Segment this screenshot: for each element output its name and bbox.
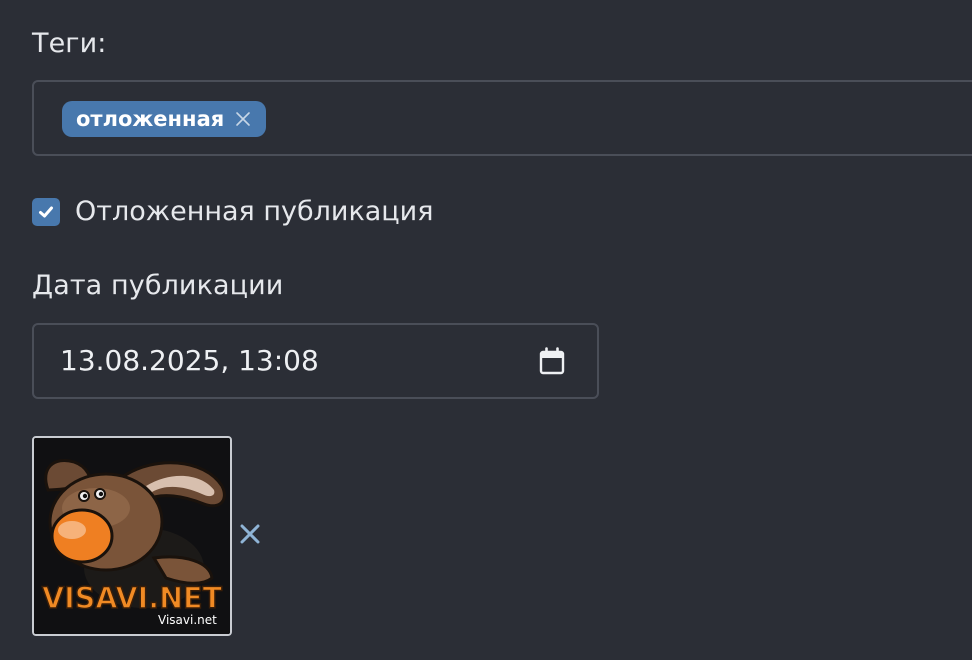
uploaded-image-thumbnail[interactable]: VISAVI.NET Visavi.net [32,436,232,636]
publish-date-value: 13.08.2025, 13:08 [60,344,319,377]
tag-chip-label: отложенная [76,107,225,131]
tag-remove-icon[interactable] [234,110,252,128]
tags-input[interactable]: отложенная [32,80,972,156]
visavi-logo-image: VISAVI.NET Visavi.net [34,438,230,634]
calendar-icon[interactable] [539,347,565,375]
tags-label: Теги: [32,28,107,59]
deferred-publication-row: Отложенная публикация [32,196,433,227]
deferred-publication-label[interactable]: Отложенная публикация [75,196,433,227]
tag-chip: отложенная [62,101,267,137]
publish-date-label: Дата публикации [32,270,284,301]
deferred-publication-checkbox[interactable] [32,197,60,226]
publish-date-input[interactable]: 13.08.2025, 13:08 [32,323,599,399]
remove-image-icon[interactable] [238,522,262,546]
visavi-brand-text: VISAVI.NET [42,581,222,615]
checkmark-icon [39,206,53,217]
visavi-small-text: Visavi.net [158,613,217,627]
